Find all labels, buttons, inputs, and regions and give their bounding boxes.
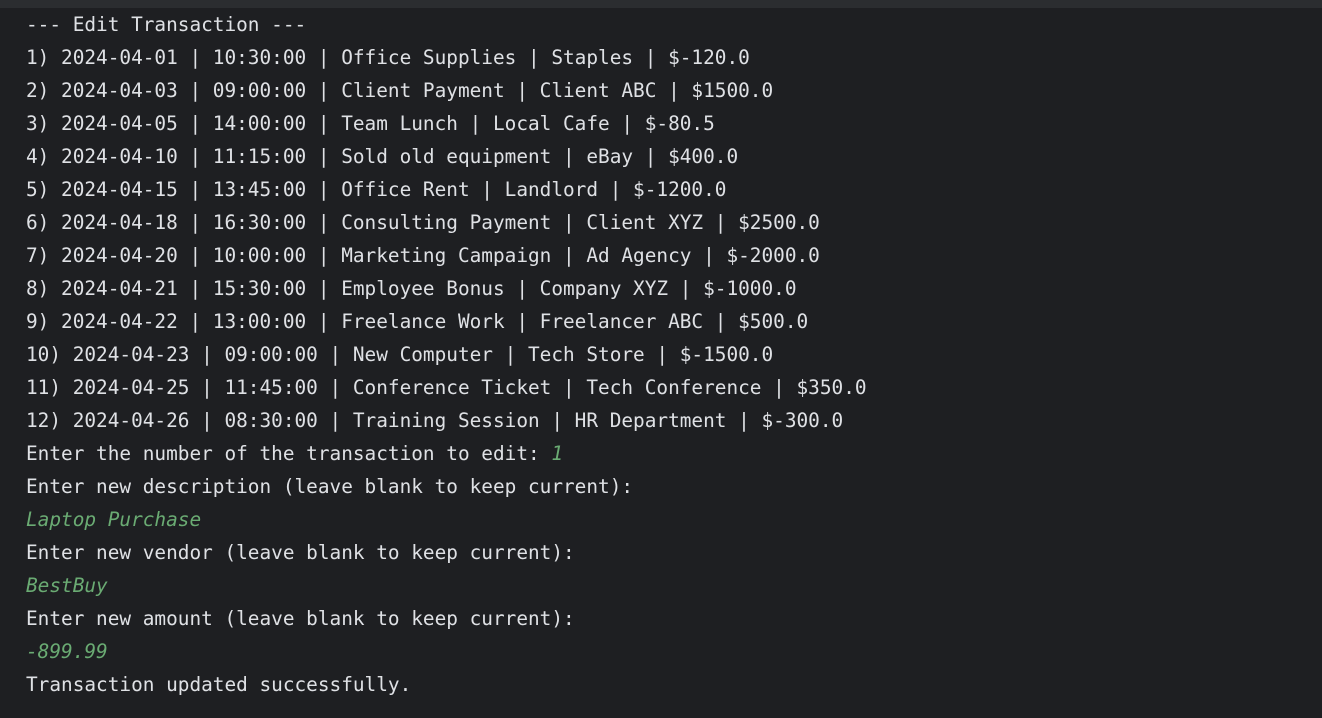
transaction-line: 3) 2024-04-05 | 14:00:00 | Team Lunch | … — [26, 112, 715, 135]
user-input-description: Laptop Purchase — [26, 508, 202, 531]
transaction-line: 12) 2024-04-26 | 08:30:00 | Training Ses… — [26, 409, 844, 432]
user-input-amount: -899.99 — [26, 640, 108, 663]
prompt-amount: Enter new amount (leave blank to keep cu… — [26, 607, 575, 630]
run-console-output[interactable]: --- Edit Transaction --- 1) 2024-04-01 |… — [0, 8, 1322, 718]
transaction-line: 9) 2024-04-22 | 13:00:00 | Freelance Wor… — [26, 310, 809, 333]
user-input-number: 1 — [551, 442, 564, 465]
transaction-line: 1) 2024-04-01 | 10:30:00 | Office Suppli… — [26, 46, 750, 69]
transaction-line: 10) 2024-04-23 | 09:00:00 | New Computer… — [26, 343, 774, 366]
transaction-line: 5) 2024-04-15 | 13:45:00 | Office Rent |… — [26, 178, 727, 201]
transaction-line: 6) 2024-04-18 | 16:30:00 | Consulting Pa… — [26, 211, 820, 234]
transaction-line: 11) 2024-04-25 | 11:45:00 | Conference T… — [26, 376, 867, 399]
transaction-line: 7) 2024-04-20 | 10:00:00 | Marketing Cam… — [26, 244, 820, 267]
prompt-vendor: Enter new vendor (leave blank to keep cu… — [26, 541, 575, 564]
transaction-line: 4) 2024-04-10 | 11:15:00 | Sold old equi… — [26, 145, 739, 168]
prompt-description: Enter new description (leave blank to ke… — [26, 475, 634, 498]
prompt-line-number: Enter the number of the transaction to e… — [26, 437, 1322, 470]
panel-top-border — [0, 0, 1322, 8]
transaction-line: 2) 2024-04-03 | 09:00:00 | Client Paymen… — [26, 79, 774, 102]
success-message: Transaction updated successfully. — [26, 673, 412, 696]
console-header: --- Edit Transaction --- — [26, 13, 307, 36]
user-input-vendor: BestBuy — [26, 574, 108, 597]
transaction-line: 8) 2024-04-21 | 15:30:00 | Employee Bonu… — [26, 277, 797, 300]
prompt-number: Enter the number of the transaction to e… — [26, 442, 552, 465]
